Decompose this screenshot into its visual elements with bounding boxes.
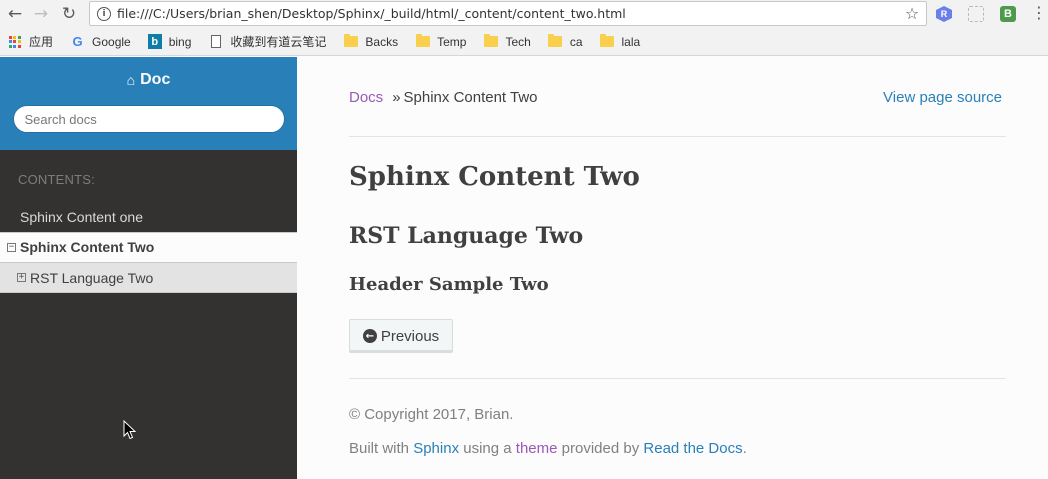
bookmark-folder-lala[interactable]: lala <box>600 34 640 49</box>
arrow-circle-left-icon: ← <box>362 329 377 343</box>
extension-grid-icon[interactable] <box>966 4 986 24</box>
folder-icon <box>600 34 615 49</box>
page-title: Sphinx Content Two <box>349 162 640 192</box>
section-heading: RST Language Two <box>349 223 584 249</box>
bookmark-bing[interactable]: b bing <box>147 34 191 49</box>
folder-icon <box>343 34 358 49</box>
read-the-docs-link[interactable]: Read the Docs <box>643 440 742 457</box>
bookmark-google[interactable]: G Google <box>70 34 130 49</box>
mouse-cursor-icon <box>123 420 137 440</box>
url-text[interactable]: file:///C:/Users/brian_shen/Desktop/Sphi… <box>117 6 900 21</box>
breadcrumb-current: Sphinx Content Two <box>403 89 538 106</box>
extension-r-icon[interactable]: R <box>934 4 954 24</box>
divider <box>349 136 1006 137</box>
folder-icon <box>415 34 430 49</box>
main-content: Docs» Sphinx Content Two View page source… <box>297 57 1048 479</box>
forward-arrow-icon[interactable]: → <box>28 1 54 27</box>
back-arrow-icon[interactable]: ← <box>2 1 28 27</box>
toc-item-content-two[interactable]: − Sphinx Content Two <box>0 232 297 263</box>
google-icon: G <box>72 34 83 49</box>
apps-icon <box>7 35 22 49</box>
bookmark-folder-ca[interactable]: ca <box>548 34 583 49</box>
page-icon <box>208 35 223 49</box>
view-page-source-link[interactable]: View page source <box>883 89 1002 106</box>
collapse-icon[interactable]: − <box>7 243 16 252</box>
breadcrumb-home-link[interactable]: Docs <box>349 89 383 106</box>
toc-item-rst-language-two[interactable]: + RST Language Two <box>0 263 297 293</box>
toc-item-content-one[interactable]: Sphinx Content one <box>0 202 297 232</box>
bookmark-folder-backs[interactable]: Backs <box>343 34 398 49</box>
bookmarks-bar: 应用 G Google b bing 收藏到有道云笔记 Backs Temp T… <box>0 28 1048 56</box>
copyright-text: © Copyright 2017, Brian. <box>349 406 514 423</box>
subsection-heading: Header Sample Two <box>349 274 549 295</box>
previous-button[interactable]: ← Previous <box>349 319 453 353</box>
folder-icon <box>483 34 498 49</box>
sidebar: ⌂ Doc CONTENTS: Sphinx Content one − Sph… <box>0 57 297 479</box>
folder-icon <box>548 34 563 49</box>
bookmark-folder-tech[interactable]: Tech <box>483 34 531 49</box>
project-home-link[interactable]: ⌂ Doc <box>127 71 171 89</box>
toc-caption: CONTENTS: <box>18 172 95 187</box>
browser-toolbar: ← → ↻ i file:///C:/Users/brian_shen/Desk… <box>0 0 1048 28</box>
sidebar-header: ⌂ Doc <box>0 57 297 150</box>
reload-icon[interactable]: ↻ <box>56 1 82 27</box>
home-icon: ⌂ <box>126 72 136 88</box>
expand-icon[interactable]: + <box>17 273 26 282</box>
bookmark-folder-temp[interactable]: Temp <box>415 34 466 49</box>
bookmark-apps[interactable]: 应用 <box>7 33 53 50</box>
bing-icon: b <box>147 34 162 49</box>
search-input[interactable] <box>12 105 285 133</box>
bookmark-youdao[interactable]: 收藏到有道云笔记 <box>208 33 326 50</box>
built-with-text: Built with Sphinx using a theme provided… <box>349 440 747 457</box>
footer-divider <box>349 378 1006 379</box>
address-bar[interactable]: i file:///C:/Users/brian_shen/Desktop/Sp… <box>89 1 927 26</box>
theme-link[interactable]: theme <box>516 440 558 457</box>
info-icon[interactable]: i <box>97 6 111 21</box>
bookmark-star-icon[interactable]: ☆ <box>900 4 924 24</box>
extension-b-icon[interactable]: B <box>998 4 1018 24</box>
sphinx-link[interactable]: Sphinx <box>413 440 459 457</box>
browser-menu-icon[interactable]: ⋮ <box>1031 4 1047 24</box>
breadcrumb: Docs» Sphinx Content Two <box>349 89 538 106</box>
